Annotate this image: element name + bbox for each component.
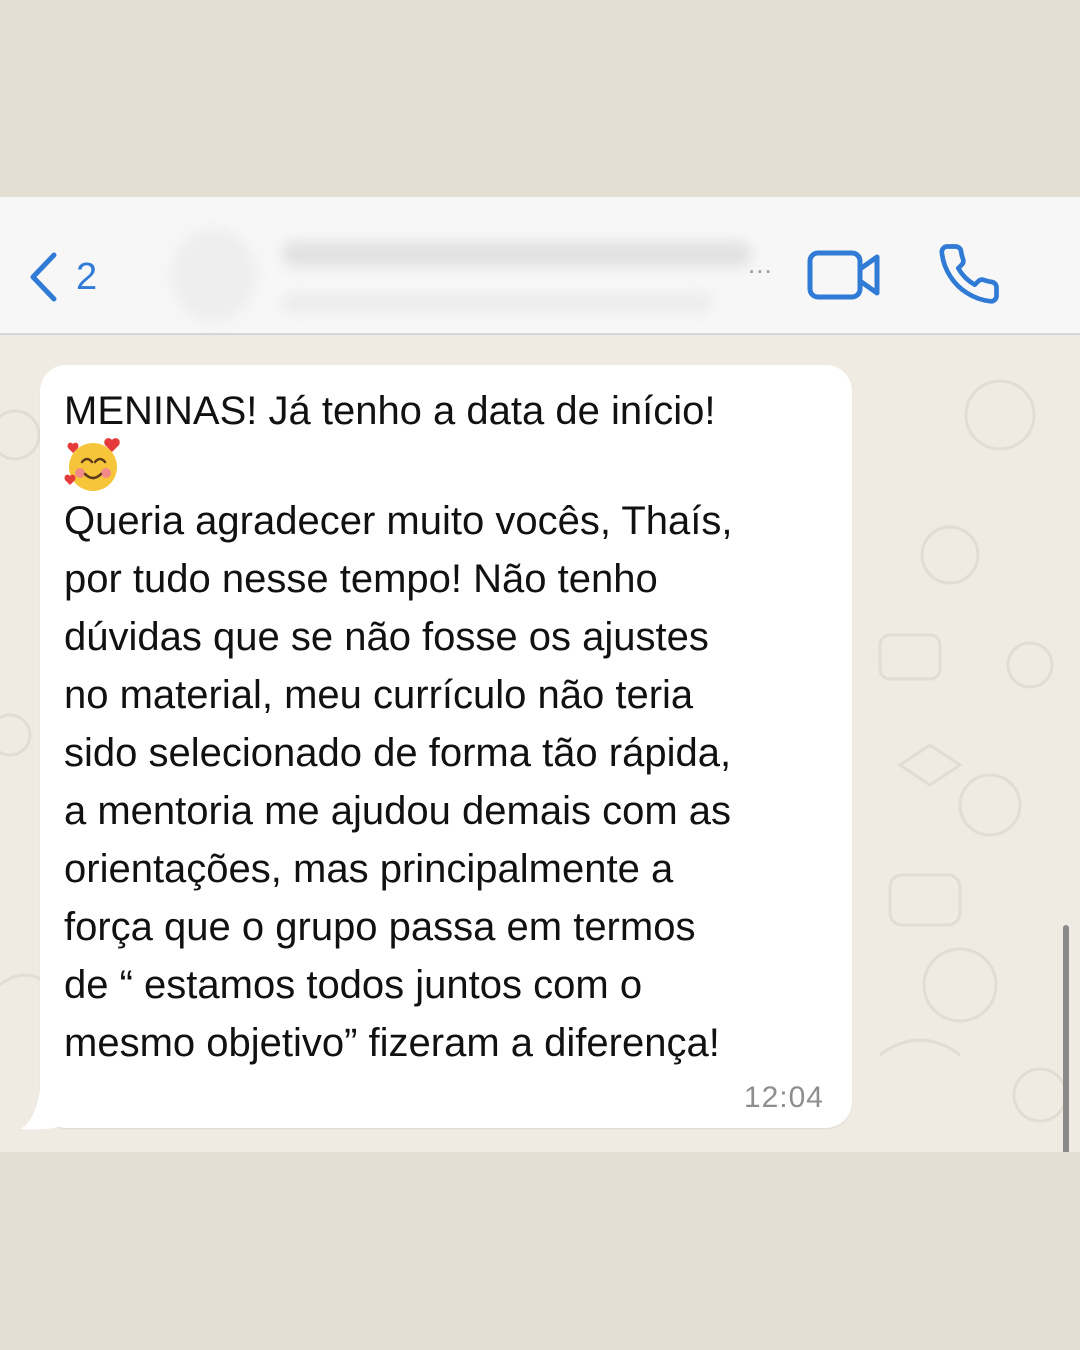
chat-scrollbar[interactable] — [1063, 925, 1069, 1152]
unread-count: 2 — [76, 256, 98, 298]
message-line: sido selecionado de forma tão rápida, — [64, 731, 732, 775]
contact-name-ellipsis: ... — [748, 249, 773, 279]
message-line: de “ estamos todos juntos com o — [64, 963, 643, 1007]
chevron-left-icon — [30, 252, 57, 302]
contact-info[interactable]: ... — [282, 241, 782, 331]
back-button[interactable]: 2 — [28, 249, 97, 305]
message-line: dúvidas que se não fosse os ajustes — [64, 615, 709, 659]
contact-name-redacted — [282, 241, 752, 267]
message-line: a mentoria me ajudou demais com as — [64, 789, 731, 833]
contact-subtitle-redacted — [282, 293, 712, 313]
message-line: Queria agradecer muito vocês, Thaís, — [64, 499, 733, 543]
message-bubble[interactable]: MENINAS! Já tenho a data de início! Quer… — [40, 365, 852, 1128]
message-line: MENINAS! Já tenho a data de início! — [64, 389, 716, 433]
message-line: orientações, mas principalmente a — [64, 847, 674, 891]
video-call-button[interactable] — [806, 247, 882, 303]
bubble-tail — [20, 1073, 66, 1130]
message-line: força que o grupo passa em termos — [64, 905, 696, 949]
message-line: mesmo objetivo” fizeram a diferença! — [64, 1021, 720, 1065]
message-line: no material, meu currículo não teria — [64, 673, 694, 717]
video-camera-icon — [807, 250, 880, 300]
message-line: por tudo nesse tempo! Não tenho — [64, 557, 658, 601]
message-timestamp: 12:04 — [743, 1081, 824, 1114]
chat-header: 2 ... — [0, 197, 1080, 335]
smiling-face-with-hearts-icon — [64, 438, 120, 491]
contact-avatar[interactable] — [172, 229, 256, 321]
voice-call-button[interactable] — [936, 241, 1002, 307]
chat-screen: 2 ... MENINAS! Já tenho a data de início… — [0, 197, 1080, 1152]
chat-area: MENINAS! Já tenho a data de início! Quer… — [0, 335, 1080, 1152]
phone-icon — [939, 244, 999, 304]
